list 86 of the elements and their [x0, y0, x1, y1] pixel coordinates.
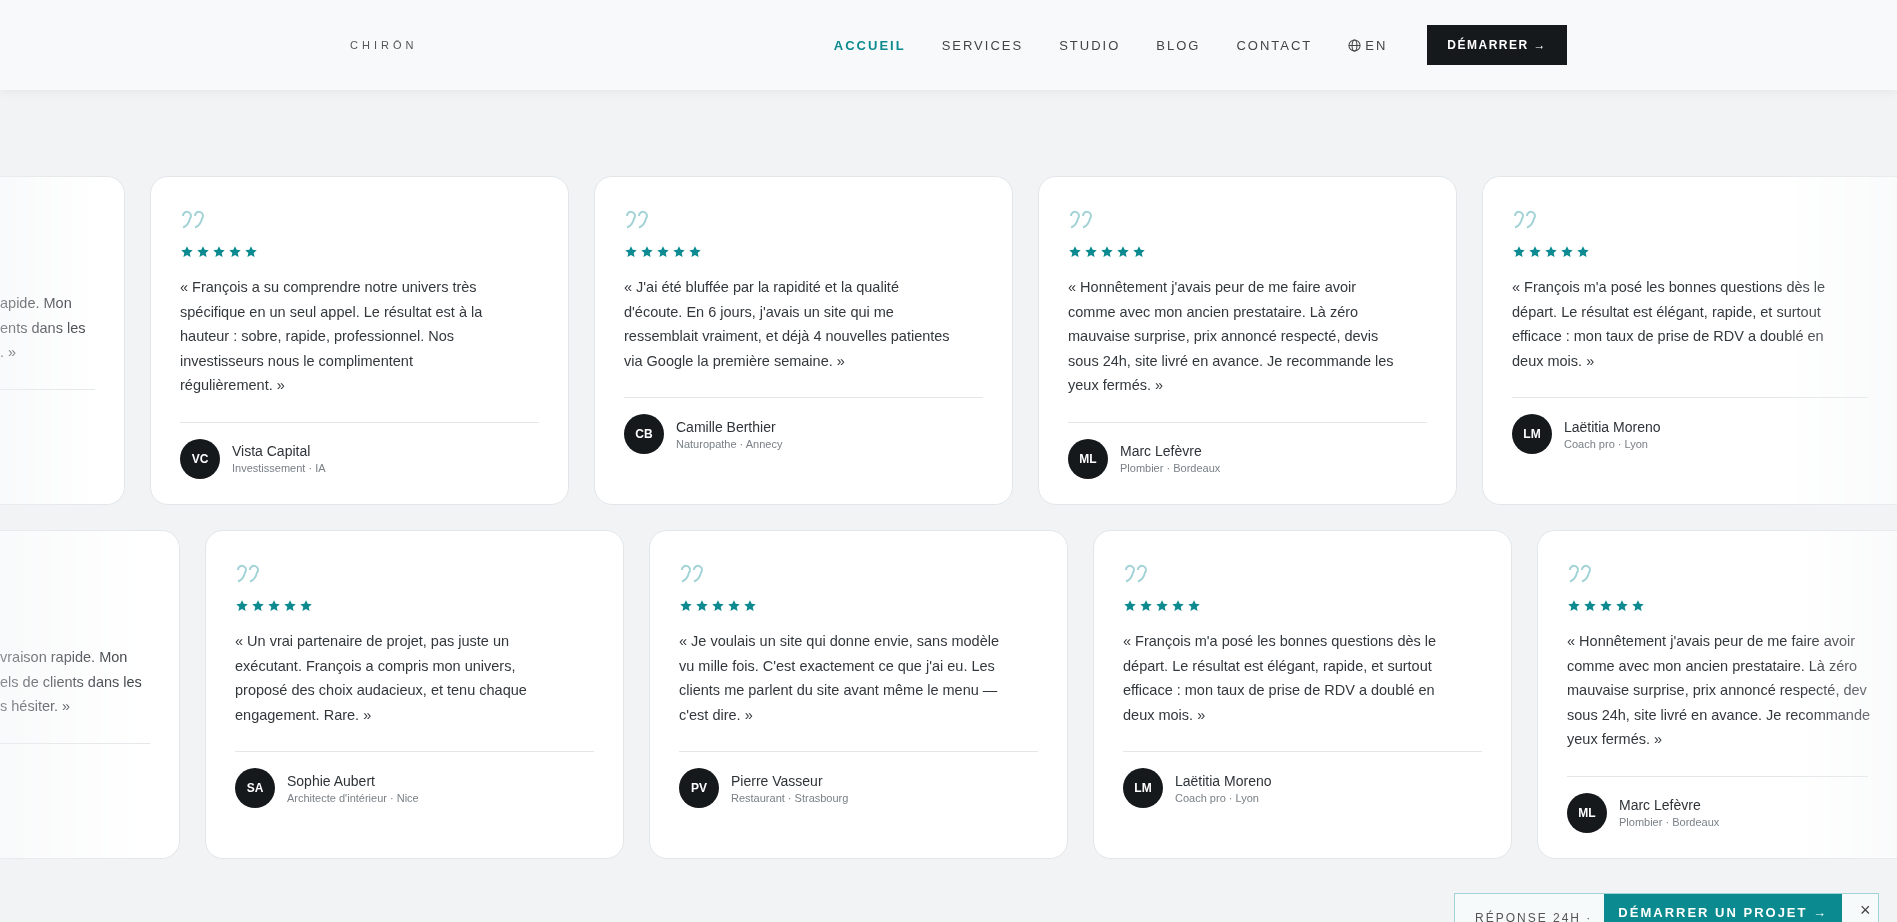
- avatar: CB: [624, 414, 664, 454]
- avatar: ML: [1068, 438, 1108, 479]
- star-icon: [656, 245, 670, 259]
- star-icon: [1132, 245, 1146, 259]
- testimonial-quote: « François m'a posé les bonnes questions dès le départ. Le résultat est élégant, rapide, et surtout efficace : mon taux de prise de RDV a doublé en deux mois. »: [1123, 632, 1438, 725]
- star-icon: [688, 245, 702, 259]
- author-role: Plombier · Bordeaux: [1619, 816, 1720, 828]
- avatar: VC: [180, 438, 220, 479]
- testimonial-quote: vraison rapide. Mon els de clients dans les s hésiter. »: [0, 648, 143, 716]
- author-name: Laëtitia Moreno: [1564, 418, 1661, 435]
- author-name: Pierre Vasseur: [731, 772, 824, 789]
- author-name: Vista Capital: [232, 443, 312, 459]
- globe-icon: [1348, 38, 1362, 52]
- testimonial-quote: « J'ai été bluffée par la rapidité et la qualité d'écoute. En 6 jours, j'avais un site qui me ressemblait vraiment, et déjà 4 nouvelles patientes via Google la première semaine. »: [624, 278, 951, 371]
- star-icon: [1171, 599, 1185, 613]
- star-icon: [1084, 245, 1098, 259]
- author-role: Naturopathe · Annecy: [676, 437, 783, 450]
- star-icon: [1544, 245, 1558, 259]
- nav-link[interactable]: SERVICES: [941, 37, 1024, 53]
- star-icon: [299, 599, 313, 613]
- language-switcher[interactable]: EN: [1348, 37, 1388, 53]
- testimonial-quote: « Un vrai partenaire de projet, pas juste un exécutant. François a compris mon univers, proposé des choix audacieux, et tenu chaque engagement. Rare. »: [235, 632, 528, 725]
- author-name: Laëtitia Moreno: [1175, 772, 1272, 789]
- avatar: LM: [1512, 414, 1552, 454]
- nav-link[interactable]: ACCUEIL: [833, 37, 906, 53]
- star-icon: [180, 245, 194, 259]
- star-icon: [672, 245, 686, 259]
- author-name: Camille Berthier: [676, 418, 777, 435]
- star-icon: [1599, 599, 1613, 613]
- start-button[interactable]: DÉMARRER →: [1427, 25, 1567, 65]
- author-role: Restaurant · Strasbourg: [731, 791, 849, 804]
- avatar: LM: [1123, 768, 1163, 808]
- testimonial-quote: apide. Mon ents dans les . »: [0, 294, 87, 362]
- star-icon: [711, 599, 725, 613]
- star-icon: [1068, 245, 1082, 259]
- star-icon: [1560, 245, 1574, 259]
- star-icon: [212, 245, 226, 259]
- logo[interactable]: CHIRŌN: [350, 39, 418, 51]
- author-name: Marc Lefèvre: [1619, 797, 1702, 813]
- star-icon: [1155, 599, 1169, 613]
- testimonial-quote: « Honnêtement j'avais peur de me faire avoir comme avec mon ancien prestataire. Là zéro mauvaise surprise, prix annoncé respecté, dev sous 24h, site livré en avance. Je recommande yeux fermés. »: [1567, 632, 1868, 749]
- author-role: Architecte d'intérieur · Nice: [287, 791, 419, 804]
- star-icon: [1528, 245, 1542, 259]
- star-icon: [196, 245, 210, 259]
- nav-link[interactable]: STUDIO: [1059, 37, 1121, 53]
- author-role: Coach pro · Lyon: [1564, 437, 1649, 450]
- star-icon: [1583, 599, 1597, 613]
- star-icon: [1187, 599, 1201, 613]
- response-note: RÉPONSE 24H ·: [1475, 911, 1593, 922]
- start-project-button[interactable]: DÉMARRER UN PROJET →: [1604, 894, 1843, 922]
- author-name: Sophie Aubert: [287, 772, 376, 789]
- author-role: Investissement · IA: [232, 462, 326, 474]
- star-icon: [228, 245, 242, 259]
- star-icon: [235, 599, 249, 613]
- testimonial-quote: « François m'a posé les bonnes questions dès le départ. Le résultat est élégant, rapide, et surtout efficace : mon taux de prise de RDV a doublé en deux mois. »: [1512, 278, 1827, 371]
- star-icon: [743, 599, 757, 613]
- star-icon: [1123, 599, 1137, 613]
- author-role: Coach pro · Lyon: [1175, 791, 1260, 804]
- star-icon: [695, 599, 709, 613]
- star-icon: [1576, 245, 1590, 259]
- star-icon: [624, 245, 638, 259]
- star-icon: [267, 599, 281, 613]
- author-role: Plombier · Bordeaux: [1120, 462, 1221, 474]
- avatar: SA: [235, 768, 275, 808]
- nav-link[interactable]: BLOG: [1156, 37, 1201, 53]
- star-icon: [283, 599, 297, 613]
- star-icon: [1512, 245, 1526, 259]
- avatar: PV: [679, 768, 719, 808]
- star-icon: [1116, 245, 1130, 259]
- star-icon: [1631, 599, 1645, 613]
- star-icon: [1615, 599, 1629, 613]
- testimonial-quote: « Je voulais un site qui donne envie, sans modèle vu mille fois. C'est exactement ce que j'ai eu. Les clients me parlent du site avant même le menu — c'est dire. »: [679, 632, 1000, 725]
- star-icon: [727, 599, 741, 613]
- author-name: Marc Lefèvre: [1120, 443, 1203, 459]
- testimonial-quote: « François a su comprendre notre univers très spécifique en un seul appel. Le résultat est à la hauteur : sobre, rapide, professionnel. Nos investisseurs nous le complimentent régulièrement. »: [180, 278, 484, 395]
- star-icon: [1567, 599, 1581, 613]
- star-icon: [1139, 599, 1153, 613]
- star-icon: [244, 245, 258, 259]
- testimonial-quote: « Honnêtement j'avais peur de me faire avoir comme avec mon ancien prestataire. Là zéro mauvaise surprise, prix annoncé respecté, devis sous 24h, site livré en avance. Je recommande les yeux fermés. »: [1068, 278, 1395, 395]
- star-icon: [1100, 245, 1114, 259]
- avatar: ML: [1567, 792, 1607, 833]
- star-icon: [679, 599, 693, 613]
- nav-link[interactable]: CONTACT: [1236, 37, 1313, 53]
- star-icon: [640, 245, 654, 259]
- close-button[interactable]: ×: [1854, 900, 1877, 921]
- star-icon: [251, 599, 265, 613]
